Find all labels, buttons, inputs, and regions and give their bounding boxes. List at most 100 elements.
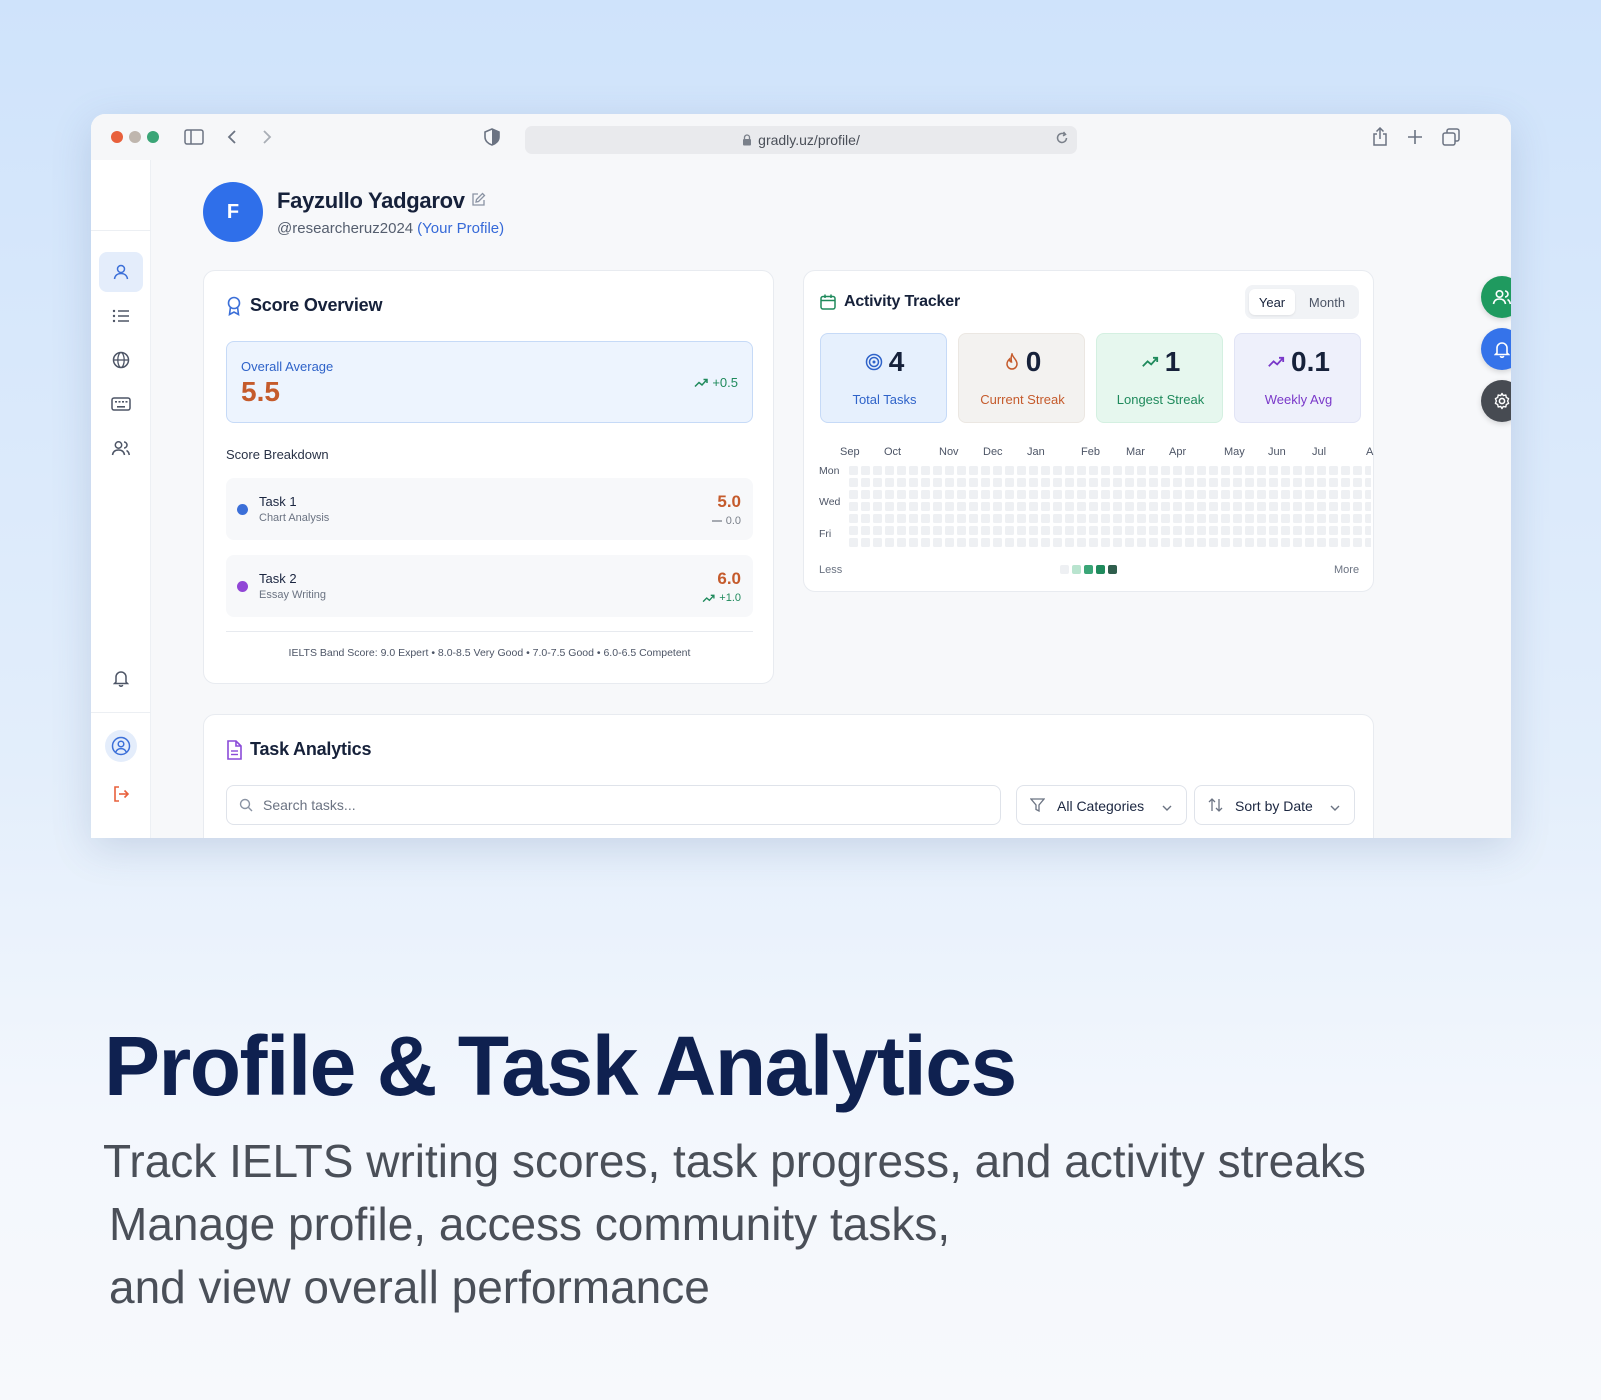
task-subtitle: Chart Analysis — [259, 512, 330, 524]
user-circle-icon — [111, 736, 131, 756]
sidebar-item-practice[interactable] — [99, 384, 143, 424]
heatmap-cell — [993, 514, 1002, 523]
share-icon[interactable] — [1369, 126, 1391, 148]
toggle-month[interactable]: Month — [1299, 289, 1355, 315]
legend-less-label: Less — [819, 564, 843, 576]
heatmap-cell — [1149, 526, 1158, 535]
legend-swatch — [1084, 565, 1093, 574]
trend-up-icon — [702, 594, 715, 602]
heatmap-cell — [873, 514, 882, 523]
heatmap-cell — [1329, 490, 1338, 499]
heatmap-cell — [1161, 502, 1170, 511]
category-select[interactable]: All Categories — [1016, 785, 1187, 825]
avatar[interactable]: F — [203, 182, 263, 242]
stat-value: 1 — [1164, 346, 1181, 377]
sidebar-item-profile[interactable] — [99, 252, 143, 292]
sort-select[interactable]: Sort by Date — [1194, 785, 1355, 825]
heatmap-cell — [885, 502, 894, 511]
task-analytics-title: Task Analytics — [226, 739, 371, 760]
task-score: 6.0 — [717, 569, 741, 588]
heatmap-cell — [1017, 478, 1026, 487]
heatmap-cell — [969, 502, 978, 511]
heatmap-cell — [1341, 502, 1350, 511]
heatmap-cell — [933, 526, 942, 535]
forward-icon[interactable] — [256, 126, 278, 148]
new-tab-icon[interactable] — [1404, 126, 1426, 148]
maximize-window-button[interactable] — [147, 131, 159, 143]
heatmap-cell — [1089, 514, 1098, 523]
score-overview-title-text: Score Overview — [250, 295, 383, 315]
app-sidebar — [91, 160, 151, 838]
heatmap-cell — [1365, 538, 1371, 547]
reload-icon[interactable] — [1055, 131, 1069, 148]
heatmap-cell — [1185, 466, 1194, 475]
flame-icon — [1005, 353, 1018, 370]
sidebar-toggle-icon[interactable] — [183, 126, 205, 148]
heatmap-cell — [981, 514, 990, 523]
heatmap-cell — [873, 490, 882, 499]
heatmap-cell — [1305, 490, 1314, 499]
close-window-button[interactable] — [111, 131, 123, 143]
community-fab[interactable] — [1481, 276, 1511, 318]
back-icon[interactable] — [221, 126, 243, 148]
task-subtitle: Essay Writing — [259, 589, 327, 601]
heatmap-cell — [1185, 538, 1194, 547]
heatmap-cell — [969, 478, 978, 487]
notifications-fab[interactable] — [1481, 328, 1511, 370]
heatmap-cell — [993, 538, 1002, 547]
heatmap-cell — [1089, 538, 1098, 547]
heatmap-cell — [1101, 478, 1110, 487]
sidebar-item-account[interactable] — [99, 726, 143, 766]
heatmap-cell — [1101, 466, 1110, 475]
heatmap-cell — [1077, 514, 1086, 523]
heatmap-cell — [1017, 502, 1026, 511]
browser-window: gradly.uz/profile/ F Fayzullo Yadgarov @… — [91, 114, 1511, 838]
sidebar-item-community[interactable] — [99, 428, 143, 468]
sidebar-item-notifications[interactable] — [99, 658, 143, 698]
heatmap-cell — [1017, 538, 1026, 547]
tabs-overview-icon[interactable] — [1440, 126, 1462, 148]
heatmap-cell — [1101, 490, 1110, 499]
toggle-year[interactable]: Year — [1249, 289, 1295, 315]
heatmap-cell — [1257, 502, 1266, 511]
heatmap-cell — [1317, 490, 1326, 499]
task-delta: 0.0 — [711, 515, 741, 527]
heatmap-cell — [885, 490, 894, 499]
heatmap-cell — [1197, 490, 1206, 499]
heatmap-cell — [1269, 538, 1278, 547]
heatmap-cell — [1245, 538, 1254, 547]
heatmap-cell — [1209, 466, 1218, 475]
edit-icon[interactable] — [471, 192, 486, 212]
shield-icon[interactable] — [481, 126, 503, 148]
browser-toolbar: gradly.uz/profile/ — [91, 114, 1511, 160]
heatmap-cell — [1149, 538, 1158, 547]
heatmap-cell — [1137, 526, 1146, 535]
heatmap-cell — [981, 466, 990, 475]
heatmap-cell — [1125, 490, 1134, 499]
heatmap-cell — [1029, 478, 1038, 487]
heatmap-cell — [1089, 478, 1098, 487]
search-input[interactable]: Search tasks... — [226, 785, 1001, 825]
settings-fab[interactable] — [1481, 380, 1511, 422]
address-bar[interactable]: gradly.uz/profile/ — [525, 126, 1077, 154]
heatmap-cell — [1029, 526, 1038, 535]
legend-swatch — [1072, 565, 1081, 574]
heatmap-cell — [1317, 502, 1326, 511]
heatmap-cell — [909, 514, 918, 523]
stat-total-tasks: 4 Total Tasks — [820, 333, 947, 423]
heatmap-cell — [921, 526, 930, 535]
sidebar-item-tasks[interactable] — [99, 296, 143, 336]
heatmap-cell — [861, 526, 870, 535]
heatmap-cell — [1269, 478, 1278, 487]
heatmap-cell — [1053, 478, 1062, 487]
sidebar-item-logout[interactable] — [99, 774, 143, 814]
heatmap-cell — [1149, 466, 1158, 475]
heatmap-cell — [873, 478, 882, 487]
minimize-window-button[interactable] — [129, 131, 141, 143]
heatmap-cell — [1329, 538, 1338, 547]
sidebar-item-explore[interactable] — [99, 340, 143, 380]
heatmap-cell — [1305, 502, 1314, 511]
category-select-value: All Categories — [1057, 798, 1145, 814]
heatmap-cell — [1353, 490, 1362, 499]
task-delta-value: +1.0 — [719, 592, 741, 604]
